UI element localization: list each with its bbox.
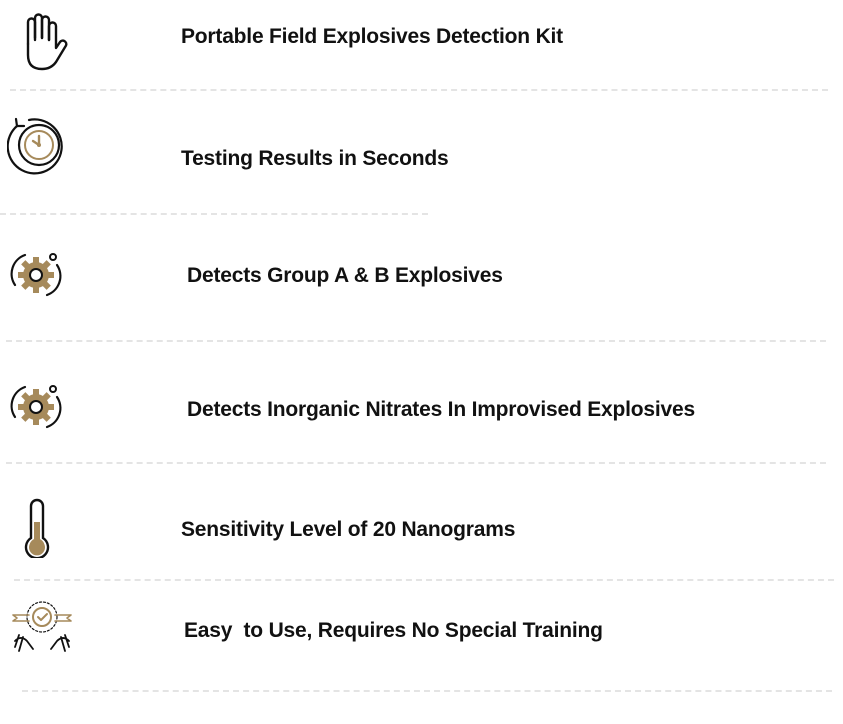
feature-label: Testing Results in Seconds [181,147,449,170]
feature-label: Portable Field Explosives Detection Kit [181,25,563,48]
thermometer-icon [22,498,52,563]
divider [14,579,834,581]
feature-list-page: { "features": [ {"icon": "hand-icon", "l… [0,0,843,724]
stopwatch-icon [6,114,71,181]
feature-label: Easy to Use, Requires No Special Trainin… [184,619,603,642]
gear-icon [9,381,65,438]
divider [0,213,428,215]
divider [10,89,828,91]
feature-label: Detects Inorganic Nitrates In Improvised… [187,398,695,421]
divider [22,690,832,692]
divider [6,340,826,342]
feature-label: Sensitivity Level of 20 Nanograms [181,518,516,541]
feature-label: Detects Group A & B Explosives [187,264,503,287]
hand-icon [14,12,70,77]
hands-badge-icon [9,597,75,664]
gear-icon [9,249,65,306]
divider [6,462,826,464]
